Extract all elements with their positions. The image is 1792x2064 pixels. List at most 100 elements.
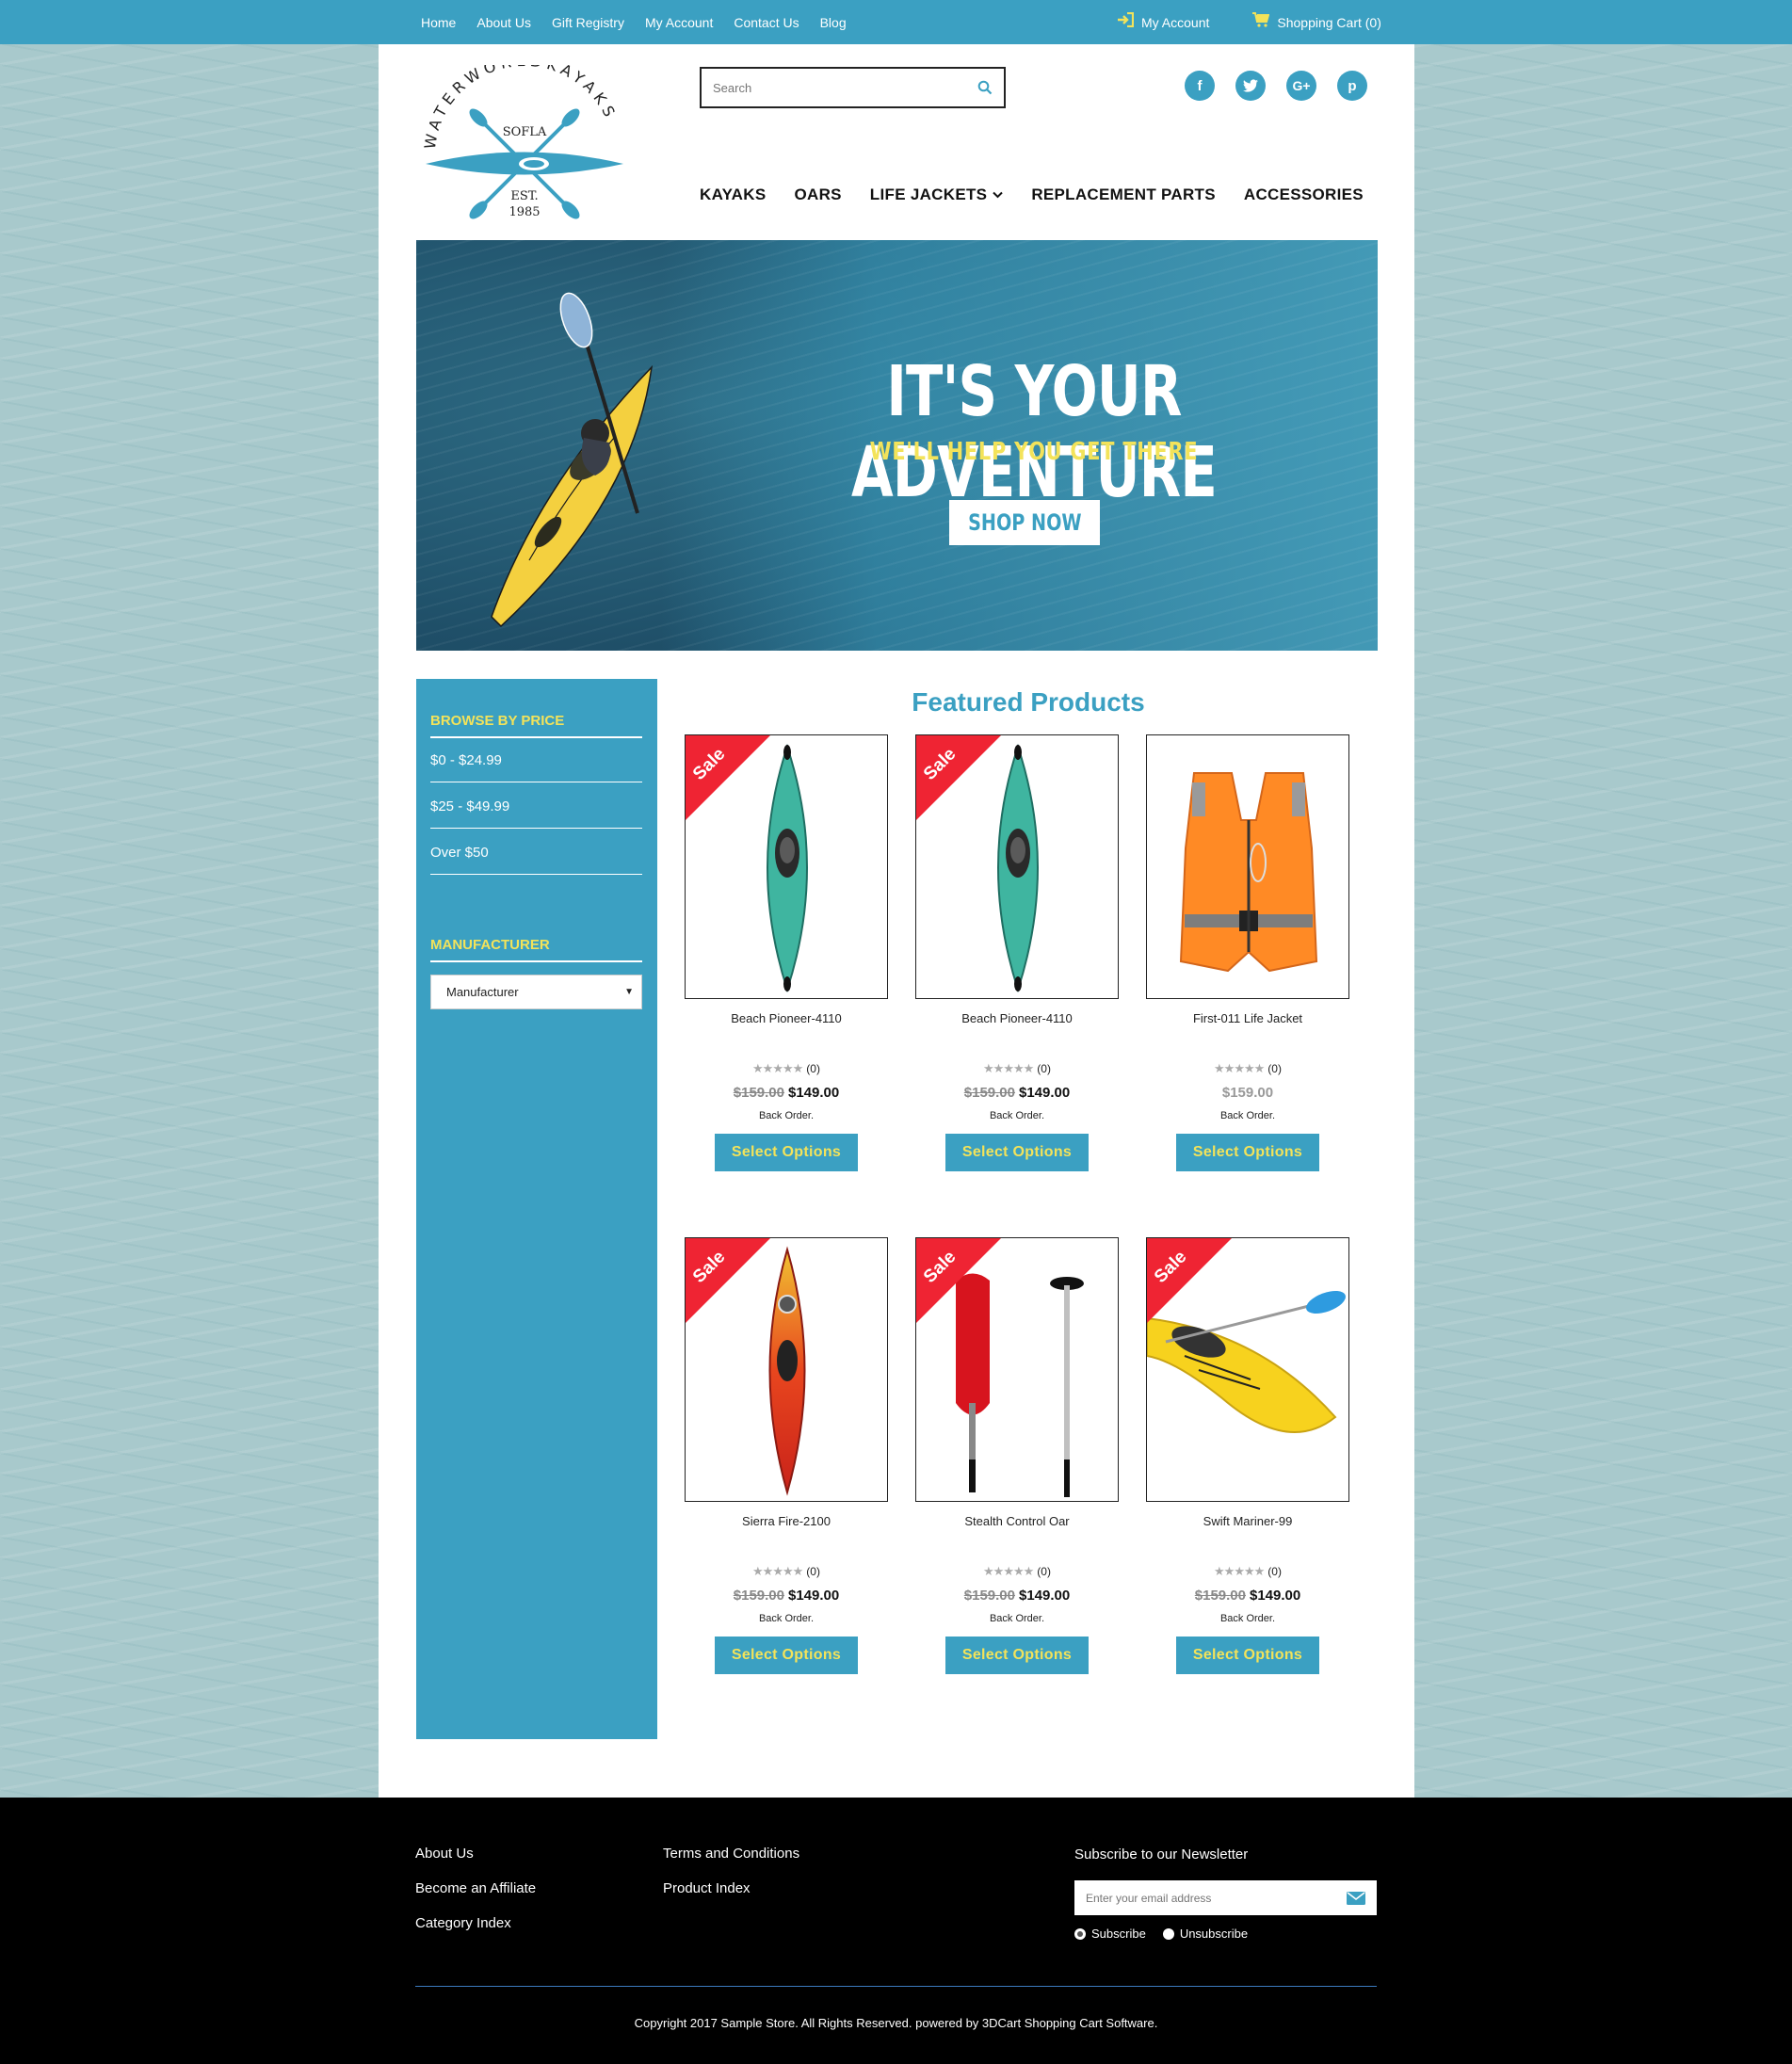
- rating-count: (0): [1267, 1062, 1282, 1075]
- product-name[interactable]: Beach Pioneer-4110: [915, 1011, 1119, 1025]
- store-logo[interactable]: WATERWORLDKAYAKS SOFLA EST. 1985: [416, 52, 633, 225]
- product-image-link[interactable]: Sale: [915, 734, 1119, 999]
- pinterest-icon[interactable]: p: [1337, 71, 1367, 101]
- unsubscribe-label: Unsubscribe: [1179, 1927, 1249, 1941]
- price-link-25-49[interactable]: $25 - $49.99: [430, 798, 509, 814]
- newsletter-email-input[interactable]: [1074, 1880, 1335, 1915]
- price-link-0-24[interactable]: $0 - $24.99: [430, 752, 502, 768]
- stock-status: Back Order.: [758, 1613, 815, 1624]
- google-plus-icon[interactable]: G+: [1286, 71, 1316, 101]
- product-name[interactable]: Stealth Control Oar: [915, 1514, 1119, 1528]
- logo-region: SOFLA: [503, 125, 547, 139]
- product-image-link[interactable]: Sale: [685, 734, 888, 999]
- manufacturer-select-value: Manufacturer: [446, 985, 519, 999]
- nav-oars[interactable]: OARS: [794, 185, 841, 204]
- twitter-icon[interactable]: [1235, 71, 1266, 101]
- top-link-home[interactable]: Home: [421, 15, 456, 30]
- select-options-button[interactable]: Select Options: [945, 1134, 1089, 1171]
- search-input[interactable]: [702, 69, 966, 106]
- search-box: [700, 67, 1006, 108]
- top-link-blog[interactable]: Blog: [820, 15, 847, 30]
- nav-life-jackets[interactable]: LIFE JACKETS: [870, 185, 1004, 204]
- footer: About Us Become an Affiliate Category In…: [0, 1798, 1792, 2064]
- sale-price: $149.00: [1019, 1085, 1071, 1101]
- shopping-cart-link[interactable]: Shopping Cart (0): [1252, 12, 1381, 32]
- product-image-link[interactable]: [1146, 734, 1349, 999]
- product-rating: ★★★★★ (0): [1146, 1564, 1349, 1579]
- product-card: Sale Stealth Control Oar ★★★★★ (0) $159.0…: [915, 1237, 1119, 1674]
- my-account-link[interactable]: My Account: [1117, 11, 1209, 32]
- product-rating: ★★★★★ (0): [1146, 1061, 1349, 1076]
- price-link-over-50[interactable]: Over $50: [430, 845, 489, 861]
- old-price: $159.00: [1194, 1588, 1246, 1604]
- footer-link-category-index[interactable]: Category Index: [415, 1915, 511, 1931]
- top-link-about-us[interactable]: About Us: [476, 15, 531, 30]
- rating-count: (0): [1037, 1565, 1051, 1578]
- product-price: $159.00 $149.00: [1146, 1588, 1349, 1604]
- top-link-my-account[interactable]: My Account: [645, 15, 713, 30]
- subscribe-radio[interactable]: [1074, 1927, 1086, 1940]
- stock-status: Back Order.: [989, 1110, 1045, 1121]
- nav-replacement-parts[interactable]: REPLACEMENT PARTS: [1031, 185, 1216, 204]
- newsletter-form: [1074, 1880, 1377, 1915]
- product-price: $159.00 $149.00: [685, 1085, 888, 1101]
- top-link-gift-registry[interactable]: Gift Registry: [552, 15, 624, 30]
- footer-link-product-index[interactable]: Product Index: [663, 1880, 751, 1896]
- sign-in-icon: [1117, 11, 1135, 32]
- manufacturer-select[interactable]: Manufacturer ▼: [430, 975, 642, 1009]
- select-options-button[interactable]: Select Options: [945, 1637, 1089, 1674]
- hero-title: IT'S YOUR ADVENTURE: [850, 351, 1218, 513]
- facebook-icon[interactable]: f: [1185, 71, 1215, 101]
- footer-link-become-affiliate[interactable]: Become an Affiliate: [415, 1880, 536, 1896]
- old-price: $159.00: [733, 1085, 784, 1101]
- top-link-contact-us[interactable]: Contact Us: [734, 15, 799, 30]
- sale-price: $149.00: [1019, 1588, 1071, 1604]
- subscribe-label: Subscribe: [1091, 1927, 1146, 1941]
- rating-count: (0): [1037, 1062, 1051, 1075]
- select-options-button[interactable]: Select Options: [715, 1637, 858, 1674]
- newsletter-options: Subscribe Unsubscribe: [1074, 1927, 1248, 1941]
- hero-subtitle: WE'LL HELP YOU GET THERE: [869, 438, 1199, 466]
- footer-link-about-us[interactable]: About Us: [415, 1846, 474, 1862]
- manufacturer-heading: MANUFACTURER: [430, 937, 550, 953]
- select-options-button[interactable]: Select Options: [1176, 1134, 1319, 1171]
- product-image-link[interactable]: Sale: [915, 1237, 1119, 1502]
- footer-link-terms[interactable]: Terms and Conditions: [663, 1846, 799, 1862]
- top-nav: Home About Us Gift Registry My Account C…: [421, 0, 867, 44]
- top-bar: Home About Us Gift Registry My Account C…: [0, 0, 1792, 44]
- logo-year: 1985: [509, 205, 540, 219]
- stock-status: Back Order.: [1219, 1110, 1276, 1121]
- shop-now-label: SHOP NOW: [967, 509, 1082, 536]
- hero-banner[interactable]: IT'S YOUR ADVENTURE WE'LL HELP YOU GET T…: [416, 240, 1378, 651]
- product-name[interactable]: Sierra Fire-2100: [685, 1514, 888, 1528]
- star-rating-icon: ★★★★★: [1214, 1061, 1265, 1075]
- sidebar: BROWSE BY PRICE $0 - $24.99 $25 - $49.99…: [416, 679, 657, 1739]
- select-options-button[interactable]: Select Options: [1176, 1637, 1319, 1674]
- select-options-button[interactable]: Select Options: [715, 1134, 858, 1171]
- product-image-link[interactable]: Sale: [1146, 1237, 1349, 1502]
- product-name[interactable]: First-011 Life Jacket: [1146, 1011, 1349, 1025]
- shop-now-button[interactable]: SHOP NOW: [949, 500, 1100, 545]
- unsubscribe-radio[interactable]: [1162, 1927, 1174, 1940]
- social-links: f G+ p: [1185, 71, 1367, 101]
- sidebar-divider: [430, 874, 642, 875]
- sale-price: $149.00: [1250, 1588, 1301, 1604]
- sidebar-divider: [430, 736, 642, 738]
- product-card: Sale Sierra Fire-2100 ★★★★★ (0) $159.00 $1…: [685, 1237, 888, 1674]
- product-name[interactable]: Beach Pioneer-4110: [685, 1011, 888, 1025]
- nav-accessories[interactable]: ACCESSORIES: [1244, 185, 1364, 204]
- product-rating: ★★★★★ (0): [915, 1564, 1119, 1579]
- envelope-icon[interactable]: [1335, 1891, 1377, 1905]
- product-price: $159.00: [1221, 1085, 1274, 1101]
- product-price: $159.00 $149.00: [915, 1085, 1119, 1101]
- product-rating: ★★★★★ (0): [685, 1061, 888, 1076]
- old-price: $159.00: [963, 1085, 1015, 1101]
- product-image-link[interactable]: Sale: [685, 1237, 888, 1502]
- search-icon[interactable]: [966, 80, 1004, 95]
- nav-kayaks[interactable]: KAYAKS: [700, 185, 766, 204]
- product-name[interactable]: Swift Mariner-99: [1146, 1514, 1349, 1528]
- newsletter-title: Subscribe to our Newsletter: [1074, 1846, 1249, 1862]
- product-card: First-011 Life Jacket ★★★★★ (0) $159.00 B…: [1146, 734, 1349, 1171]
- stock-status: Back Order.: [1219, 1613, 1276, 1624]
- product-rating: ★★★★★ (0): [915, 1061, 1119, 1076]
